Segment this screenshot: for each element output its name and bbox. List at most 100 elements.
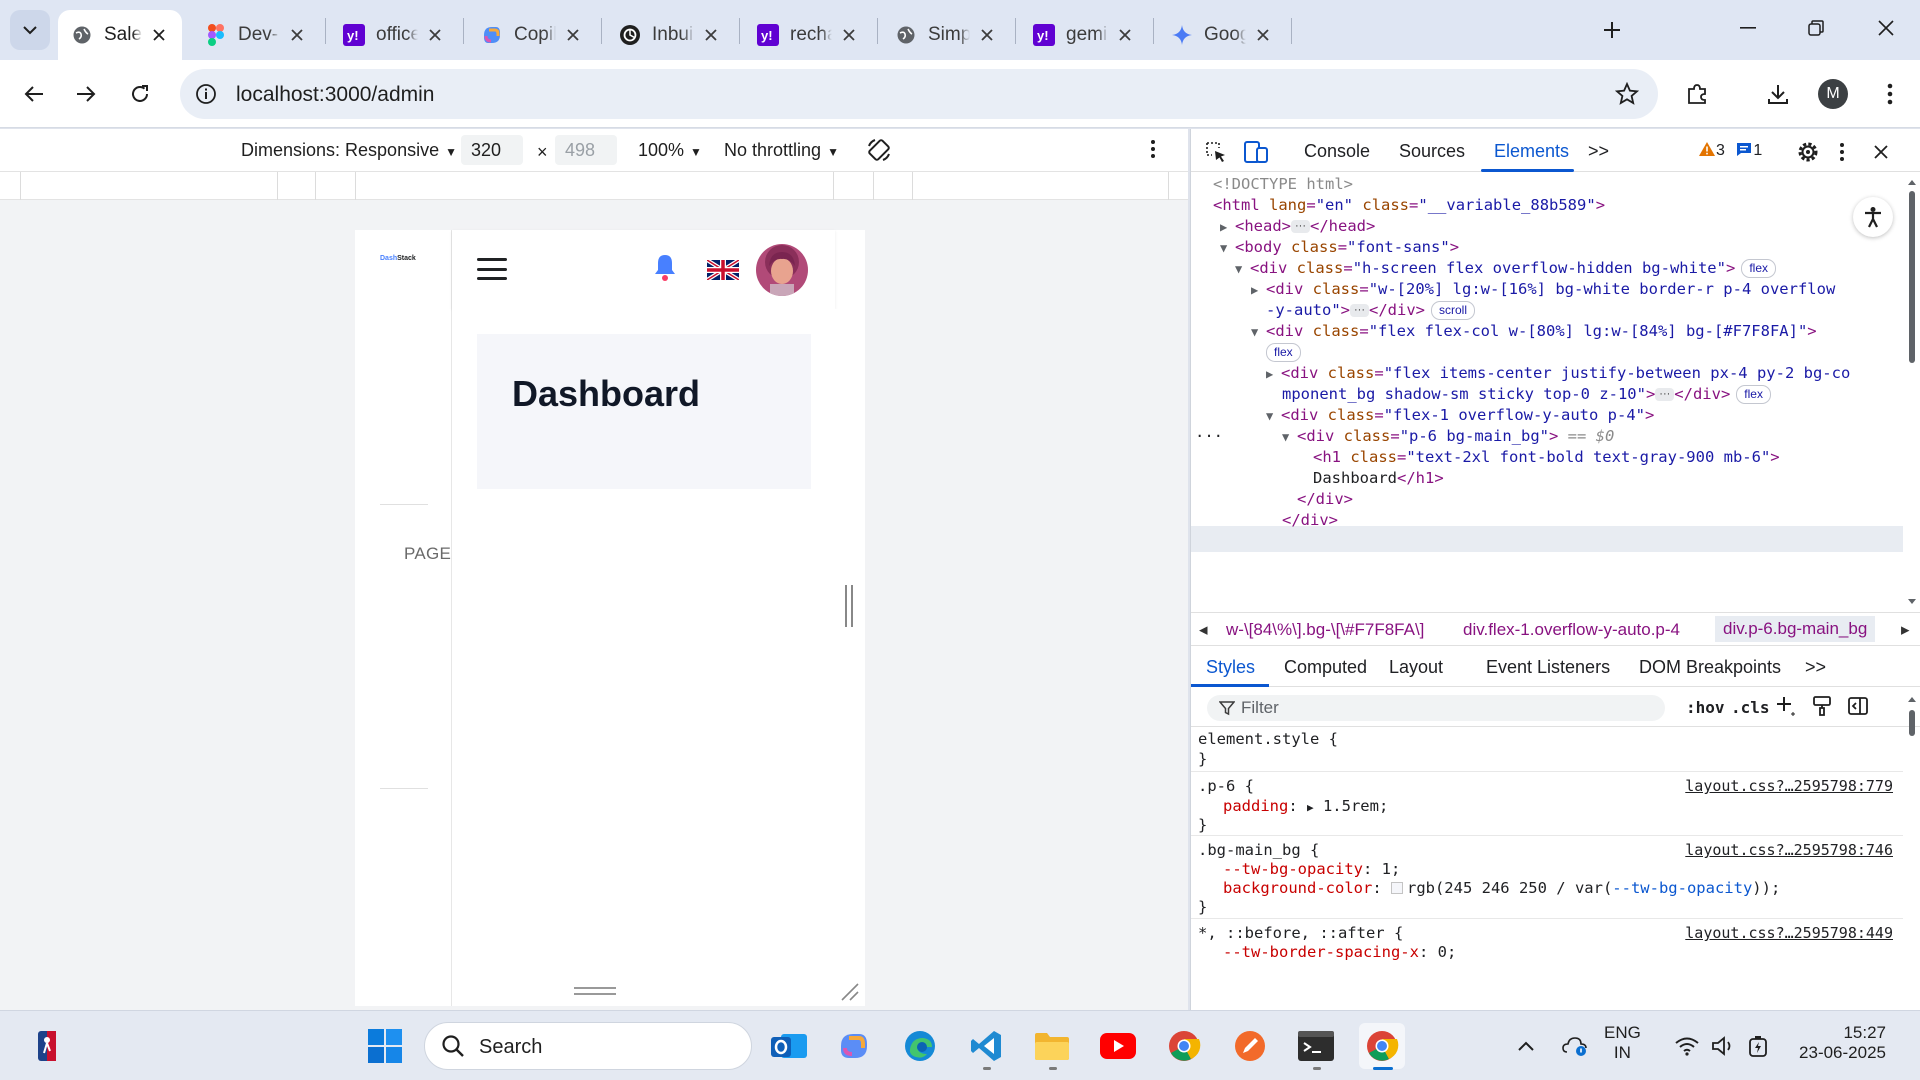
- more-subtabs-button[interactable]: >>: [1805, 657, 1826, 678]
- tab-inbuilt[interactable]: Inbuilt C: [606, 10, 734, 60]
- tab-google[interactable]: Google: [1158, 10, 1286, 60]
- tab-office[interactable]: y! office 3(: [330, 10, 458, 60]
- tab-dev-tracker[interactable]: Dev- Tra: [192, 10, 320, 60]
- taskbar-search-box[interactable]: Search: [424, 1022, 752, 1070]
- profile-avatar[interactable]: M: [1818, 79, 1848, 109]
- close-tab-icon[interactable]: [562, 24, 584, 46]
- dom-close-div[interactable]: </div>: [1282, 508, 1338, 534]
- subtab-computed[interactable]: Computed: [1284, 657, 1367, 678]
- dom-row-ellipsis[interactable]: ···: [1195, 424, 1223, 450]
- chrome-app[interactable]: [1161, 1023, 1207, 1069]
- tab-copilot[interactable]: Copilot: [468, 10, 596, 60]
- chrome-menu-button[interactable]: [1868, 72, 1912, 116]
- tab-console[interactable]: Console: [1304, 141, 1370, 162]
- tab-gemini[interactable]: y! gemini a: [1020, 10, 1148, 60]
- tab-elements[interactable]: Elements: [1494, 141, 1569, 162]
- devtools-menu-icon[interactable]: [1829, 139, 1855, 165]
- uk-flag-icon[interactable]: [707, 260, 739, 280]
- extensions-button[interactable]: [1675, 72, 1719, 116]
- new-rule-button[interactable]: [1775, 695, 1797, 721]
- pen-app[interactable]: [1227, 1023, 1273, 1069]
- chrome-app-active[interactable]: [1359, 1023, 1405, 1069]
- subtab-event-listeners[interactable]: Event Listeners: [1486, 657, 1610, 678]
- inspect-element-icon[interactable]: [1203, 139, 1229, 165]
- input-language[interactable]: ENG IN: [1604, 1023, 1641, 1063]
- onedrive-status[interactable]: [1552, 1023, 1598, 1069]
- close-window-button[interactable]: [1864, 6, 1908, 50]
- subtab-layout[interactable]: Layout: [1389, 657, 1443, 678]
- tab-search-button[interactable]: [10, 10, 50, 50]
- crumb-scroll-left[interactable]: ◂: [1199, 620, 1208, 640]
- close-tab-icon[interactable]: [148, 24, 170, 46]
- paint-brush-icon[interactable]: [1811, 695, 1833, 721]
- back-button[interactable]: [12, 72, 56, 116]
- breadcrumb-item[interactable]: div.flex-1.overflow-y-auto.p-4: [1463, 620, 1680, 640]
- close-tab-icon[interactable]: [1114, 24, 1136, 46]
- resize-corner-icon[interactable]: [838, 980, 860, 1002]
- viewport-resize-handle-bottom[interactable]: [574, 987, 616, 995]
- bookmark-star-icon[interactable]: [1614, 81, 1640, 107]
- bell-icon[interactable]: [647, 250, 683, 286]
- close-tab-icon[interactable]: [838, 24, 860, 46]
- copilot-app[interactable]: [831, 1023, 877, 1069]
- rotate-button[interactable]: [866, 137, 892, 168]
- dom-node-div-content[interactable]: ▼ <div class="flex flex-col w-[80%] lg:w-…: [1251, 319, 1817, 346]
- toggle-sidebar-icon[interactable]: [1847, 695, 1869, 721]
- zoom-select[interactable]: 100% ▼: [638, 140, 702, 161]
- vscode-app[interactable]: [963, 1023, 1009, 1069]
- device-toolbar-menu[interactable]: [1150, 139, 1156, 164]
- hover-state-toggle[interactable]: :hov: [1686, 698, 1725, 717]
- close-devtools-icon[interactable]: [1868, 139, 1894, 165]
- close-tab-icon[interactable]: [700, 24, 722, 46]
- widgets-button[interactable]: [24, 1023, 70, 1069]
- width-input[interactable]: 320: [461, 135, 523, 165]
- media-query-bar[interactable]: [0, 172, 1188, 200]
- youtube-app[interactable]: [1095, 1023, 1141, 1069]
- terminal-app[interactable]: [1293, 1023, 1339, 1069]
- outlook-app[interactable]: [766, 1023, 812, 1069]
- height-input[interactable]: 498: [555, 135, 617, 165]
- device-toggle-icon[interactable]: [1243, 139, 1269, 165]
- tray-overflow-button[interactable]: [1503, 1023, 1549, 1069]
- styles-scrollbar[interactable]: [1905, 692, 1919, 1002]
- rule-source-link[interactable]: layout.css?…2595798:746: [1685, 839, 1893, 861]
- close-tab-icon[interactable]: [286, 24, 308, 46]
- url-text[interactable]: localhost:3000/admin: [236, 83, 434, 107]
- tab-simplea[interactable]: SimpleA: [882, 10, 1010, 60]
- breadcrumb-item[interactable]: w-\[84\%\].bg-\[\#F7F8FA\]: [1226, 620, 1424, 640]
- style-rule-p6[interactable]: .p-6 { layout.css?…2595798:779 padding: …: [1191, 773, 1903, 836]
- accessibility-tree-toggle[interactable]: [1853, 197, 1893, 237]
- style-rule-universal[interactable]: *, ::before, ::after { layout.css?…25957…: [1191, 920, 1903, 1010]
- style-declaration[interactable]: background-color: rgb(245 246 250 / var(…: [1223, 877, 1780, 899]
- file-explorer-app[interactable]: [1029, 1023, 1075, 1069]
- dimensions-select[interactable]: Dimensions: Responsive ▼: [241, 140, 457, 161]
- rule-source-link[interactable]: layout.css?…2595798:449: [1685, 922, 1893, 944]
- style-declaration[interactable]: --tw-border-spacing-x: 0;: [1223, 941, 1456, 963]
- throttling-select[interactable]: No throttling ▼: [724, 140, 839, 161]
- rule-source-link[interactable]: layout.css?…2595798:779: [1685, 775, 1893, 797]
- issues-counter[interactable]: 3 1: [1698, 141, 1762, 160]
- downloads-button[interactable]: [1756, 72, 1800, 116]
- close-tab-icon[interactable]: [1252, 24, 1274, 46]
- more-tabs-button[interactable]: >>: [1588, 141, 1609, 162]
- tab-sources[interactable]: Sources: [1399, 141, 1465, 162]
- settings-gear-icon[interactable]: [1795, 139, 1821, 165]
- hamburger-menu-icon[interactable]: [477, 258, 507, 280]
- close-tab-icon[interactable]: [976, 24, 998, 46]
- subtab-styles[interactable]: Styles: [1206, 657, 1255, 678]
- forward-button[interactable]: [64, 72, 108, 116]
- new-tab-button[interactable]: [1594, 12, 1630, 48]
- clock[interactable]: 15:27 23-06-2025: [1776, 1023, 1886, 1063]
- style-declaration[interactable]: padding: ▶ 1.5rem;: [1223, 795, 1388, 819]
- reload-button[interactable]: [118, 72, 162, 116]
- app-logo[interactable]: DashStack: [380, 255, 416, 262]
- restore-button[interactable]: [1794, 6, 1838, 50]
- subtab-dom-breakpoints[interactable]: DOM Breakpoints: [1639, 657, 1781, 678]
- edge-app[interactable]: [897, 1023, 943, 1069]
- style-rule-element[interactable]: element.style { }: [1191, 728, 1903, 772]
- dom-tree-scrollbar[interactable]: [1905, 177, 1919, 607]
- color-swatch[interactable]: [1390, 882, 1403, 894]
- address-bar[interactable]: localhost:3000/admin: [180, 69, 1658, 119]
- tab-recharts[interactable]: y! recharts: [744, 10, 872, 60]
- tab-sales-dashboard[interactable]: Sales Da: [58, 10, 182, 60]
